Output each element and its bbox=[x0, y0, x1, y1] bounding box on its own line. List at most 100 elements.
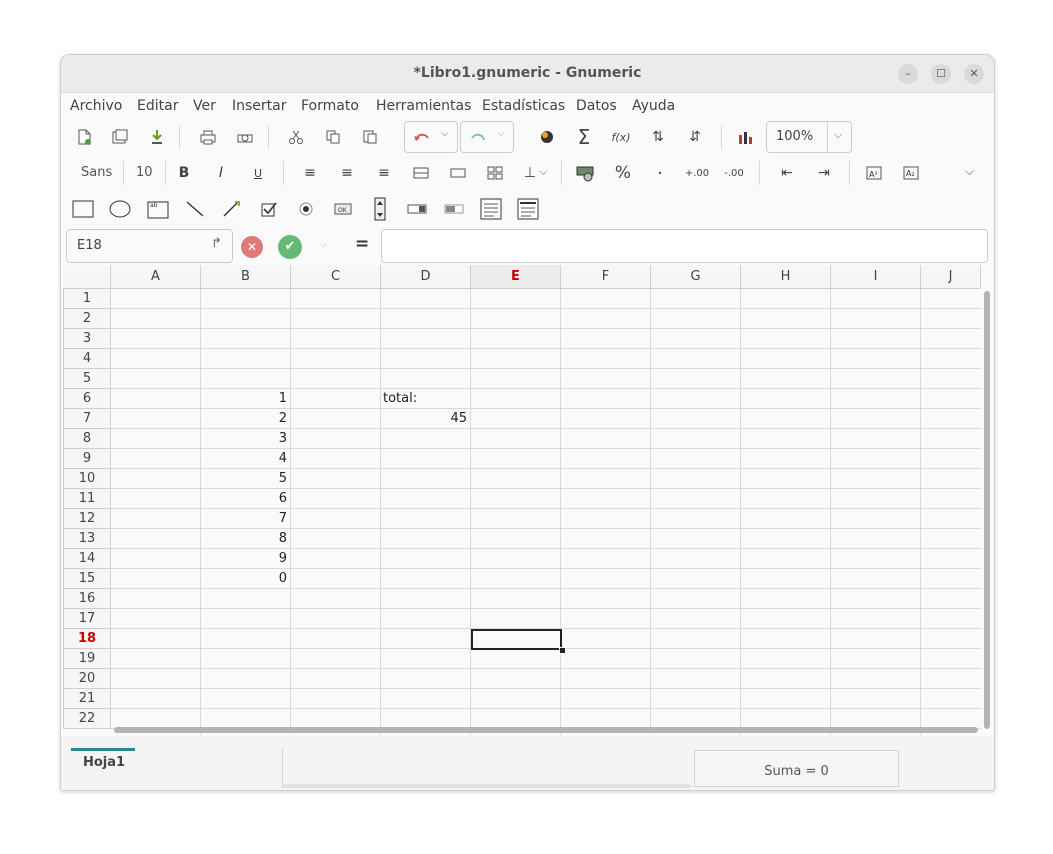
button-widget-icon[interactable]: OK bbox=[330, 196, 356, 222]
superscript-icon[interactable]: A² bbox=[861, 160, 887, 186]
italic-button[interactable]: I bbox=[208, 160, 234, 186]
ellipse-icon[interactable] bbox=[107, 196, 133, 222]
row-header-15[interactable]: 15 bbox=[63, 569, 111, 589]
cell-reference[interactable]: E18 bbox=[77, 238, 102, 253]
row-header-2[interactable]: 2 bbox=[63, 309, 111, 329]
column-header-J[interactable]: J bbox=[921, 265, 981, 289]
sort-ascending-icon[interactable]: ⇅ bbox=[645, 124, 671, 150]
print-icon[interactable] bbox=[195, 124, 221, 150]
redo-button[interactable]: ⌵ bbox=[460, 121, 514, 153]
row-header-20[interactable]: 20 bbox=[63, 669, 111, 689]
split-cells-icon[interactable] bbox=[482, 160, 508, 186]
line-icon[interactable] bbox=[182, 196, 208, 222]
horizontal-scrollbar[interactable] bbox=[114, 727, 978, 733]
formula-input[interactable] bbox=[381, 229, 988, 263]
arrow-icon[interactable] bbox=[219, 196, 245, 222]
select-all-corner[interactable] bbox=[63, 265, 111, 289]
menu-formato[interactable]: Formato bbox=[301, 98, 359, 114]
percent-format-button[interactable]: % bbox=[610, 160, 636, 186]
menu-ver[interactable]: Ver bbox=[193, 98, 216, 114]
row-header-22[interactable]: 22 bbox=[63, 709, 111, 729]
sum-icon[interactable]: Σ bbox=[571, 124, 597, 150]
row-header-5[interactable]: 5 bbox=[63, 369, 111, 389]
cell-B11[interactable]: 6 bbox=[203, 489, 287, 509]
row-header-9[interactable]: 9 bbox=[63, 449, 111, 469]
vertical-scrollbar[interactable] bbox=[984, 291, 990, 729]
row-header-16[interactable]: 16 bbox=[63, 589, 111, 609]
chevron-down-icon[interactable]: ⌵ bbox=[539, 165, 547, 179]
row-header-3[interactable]: 3 bbox=[63, 329, 111, 349]
row-header-21[interactable]: 21 bbox=[63, 689, 111, 709]
open-file-icon[interactable] bbox=[107, 124, 133, 150]
subscript-icon[interactable]: A₂ bbox=[898, 160, 924, 186]
column-header-F[interactable]: F bbox=[561, 265, 651, 289]
tab-scroll-track[interactable] bbox=[283, 784, 691, 788]
zoom-combo[interactable]: 100% ⌵ bbox=[766, 121, 852, 153]
increase-decimals-icon[interactable]: +.00 bbox=[684, 160, 710, 186]
chevron-down-icon[interactable]: ⌵ bbox=[441, 128, 449, 139]
save-file-icon[interactable] bbox=[144, 124, 170, 150]
close-button[interactable]: ✕ bbox=[964, 64, 984, 84]
toolbar-overflow-chevron-icon[interactable]: ⌵ bbox=[965, 164, 974, 179]
column-header-I[interactable]: I bbox=[831, 265, 921, 289]
cell-B8[interactable]: 3 bbox=[203, 429, 287, 449]
menu-estadisticas[interactable]: Estadísticas bbox=[482, 98, 565, 114]
accept-edit-icon[interactable]: ✔ bbox=[278, 235, 302, 259]
column-header-A[interactable]: A bbox=[111, 265, 201, 289]
zoom-value[interactable]: 100% bbox=[776, 129, 813, 144]
column-header-D[interactable]: D bbox=[381, 265, 471, 289]
menu-herramientas[interactable]: Herramientas bbox=[376, 98, 471, 114]
selected-cell-E18[interactable] bbox=[471, 629, 562, 650]
row-header-18[interactable]: 18 bbox=[63, 629, 111, 649]
column-header-G[interactable]: G bbox=[651, 265, 741, 289]
new-file-icon[interactable] bbox=[71, 124, 97, 150]
column-header-B[interactable]: B bbox=[201, 265, 291, 289]
font-name[interactable]: Sans bbox=[81, 165, 112, 180]
cell-B7[interactable]: 2 bbox=[203, 409, 287, 429]
row-header-1[interactable]: 1 bbox=[63, 289, 111, 309]
row-header-7[interactable]: 7 bbox=[63, 409, 111, 429]
row-header-8[interactable]: 8 bbox=[63, 429, 111, 449]
column-header-E[interactable]: E bbox=[471, 265, 561, 289]
align-center-icon[interactable]: ≡ bbox=[334, 160, 360, 186]
merge-cells-icon[interactable] bbox=[408, 160, 434, 186]
combo-widget-icon[interactable] bbox=[515, 196, 541, 222]
chevron-down-icon[interactable]: ⌵ bbox=[319, 237, 327, 251]
align-right-icon[interactable]: ≡ bbox=[371, 160, 397, 186]
row-header-19[interactable]: 19 bbox=[63, 649, 111, 669]
hyperlink-icon[interactable] bbox=[534, 124, 560, 150]
row-header-13[interactable]: 13 bbox=[63, 529, 111, 549]
scrollbar-widget-icon[interactable] bbox=[404, 196, 430, 222]
row-header-11[interactable]: 11 bbox=[63, 489, 111, 509]
function-icon[interactable]: f(x) bbox=[608, 124, 634, 150]
cell-B6[interactable]: 1 bbox=[203, 389, 287, 409]
align-left-icon[interactable]: ≡ bbox=[297, 160, 323, 186]
cell-D6[interactable]: total: bbox=[383, 389, 467, 409]
row-header-17[interactable]: 17 bbox=[63, 609, 111, 629]
row-header-10[interactable]: 10 bbox=[63, 469, 111, 489]
maximize-button[interactable]: ☐ bbox=[931, 64, 951, 84]
center-across-icon[interactable] bbox=[445, 160, 471, 186]
label-icon[interactable]: ab bbox=[145, 196, 171, 222]
thousands-separator-icon[interactable]: · bbox=[647, 160, 673, 186]
cell-D7[interactable]: 45 bbox=[383, 409, 467, 429]
copy-icon[interactable] bbox=[320, 124, 346, 150]
column-header-C[interactable]: C bbox=[291, 265, 381, 289]
equals-sign[interactable]: = bbox=[355, 234, 369, 254]
sort-descending-icon[interactable]: ⇵ bbox=[682, 124, 708, 150]
menu-datos[interactable]: Datos bbox=[576, 98, 617, 114]
cell-reference-box[interactable]: E18 ↱ bbox=[66, 229, 233, 263]
cell-B14[interactable]: 9 bbox=[203, 549, 287, 569]
decrease-decimals-icon[interactable]: -.00 bbox=[721, 160, 747, 186]
underline-button[interactable]: U bbox=[245, 160, 271, 186]
rectangle-icon[interactable] bbox=[70, 196, 96, 222]
row-header-14[interactable]: 14 bbox=[63, 549, 111, 569]
print-preview-icon[interactable] bbox=[232, 124, 258, 150]
bold-button[interactable]: B bbox=[171, 160, 197, 186]
name-dropdown-icon[interactable]: ↱ bbox=[211, 236, 222, 251]
cancel-edit-icon[interactable]: ✕ bbox=[241, 236, 263, 258]
undo-button[interactable]: ⌵ bbox=[404, 121, 458, 153]
chevron-down-icon[interactable]: ⌵ bbox=[497, 128, 505, 139]
paste-icon[interactable] bbox=[357, 124, 383, 150]
menu-ayuda[interactable]: Ayuda bbox=[632, 98, 675, 114]
